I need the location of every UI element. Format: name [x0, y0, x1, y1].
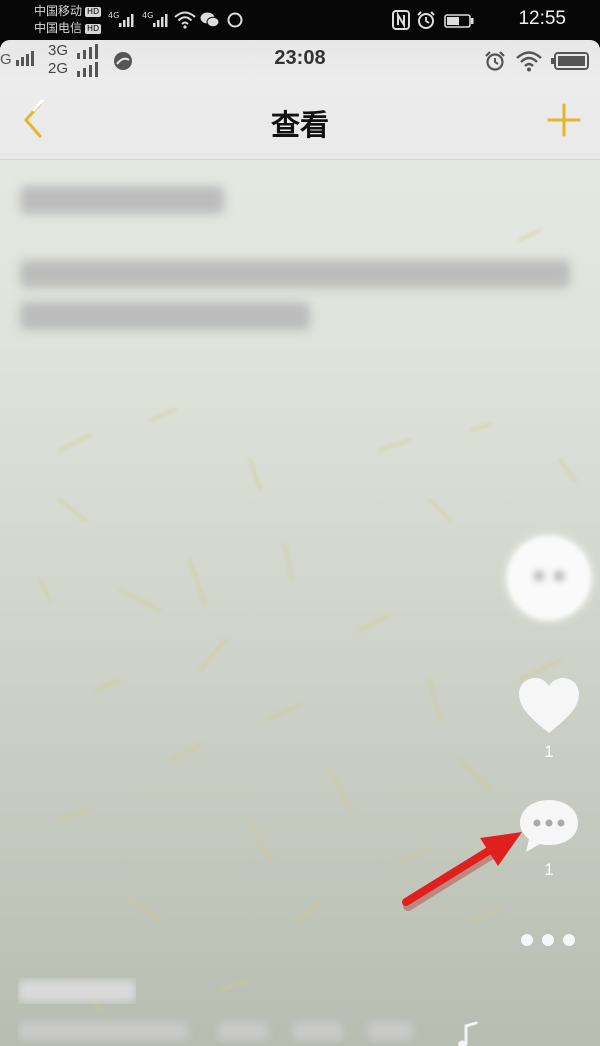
carrier-2: 中国电信 HD [34, 21, 102, 35]
inner-wifi-icon [516, 50, 542, 76]
avatar-face-icon [534, 571, 564, 581]
outer-clock: 12:55 [518, 8, 566, 29]
like-count: 1 [544, 742, 554, 761]
plus-icon [547, 103, 581, 137]
alarm-icon [416, 10, 436, 34]
annotation-arrow [402, 832, 522, 911]
author-name-blurred [18, 980, 136, 1002]
inner-screenshot: G 3G 2G 23:08 查看 1 1 [0, 40, 600, 1046]
wechat-icon [200, 11, 220, 33]
add-button[interactable] [546, 102, 582, 138]
inner-battery-icon [550, 52, 590, 74]
page-title: 查看 [270, 108, 329, 142]
inner-right-icons [484, 50, 594, 72]
inner-status-bar: G 3G 2G 23:08 [0, 40, 600, 80]
more-dots-icon [521, 934, 575, 946]
outer-status-bar: 中国移动 HD 中国电信 HD 4G 4G 12:55 [0, 0, 600, 40]
carrier-1: 中国移动 HD [34, 4, 102, 18]
sync-icon [226, 11, 244, 33]
more-options-button[interactable] [518, 930, 580, 950]
top-nav-bar: 查看 [0, 80, 600, 160]
battery-icon [444, 13, 474, 32]
post-body-line-2 [20, 302, 310, 330]
heart-icon [519, 678, 579, 733]
post-info-blurred [18, 1022, 413, 1040]
wifi-icon [174, 11, 196, 33]
hd-badge: HD [85, 24, 102, 34]
signal-icon [152, 12, 168, 32]
music-note-icon[interactable] [454, 1020, 484, 1046]
inner-alarm-icon [484, 50, 506, 76]
hd-badge: HD [85, 7, 102, 17]
post-title-blurred [20, 186, 224, 214]
signal-icon [118, 12, 134, 32]
author-avatar[interactable] [507, 536, 591, 620]
post-body-line-1 [20, 260, 570, 288]
nfc-icon [392, 10, 410, 34]
like-button[interactable] [518, 677, 580, 735]
